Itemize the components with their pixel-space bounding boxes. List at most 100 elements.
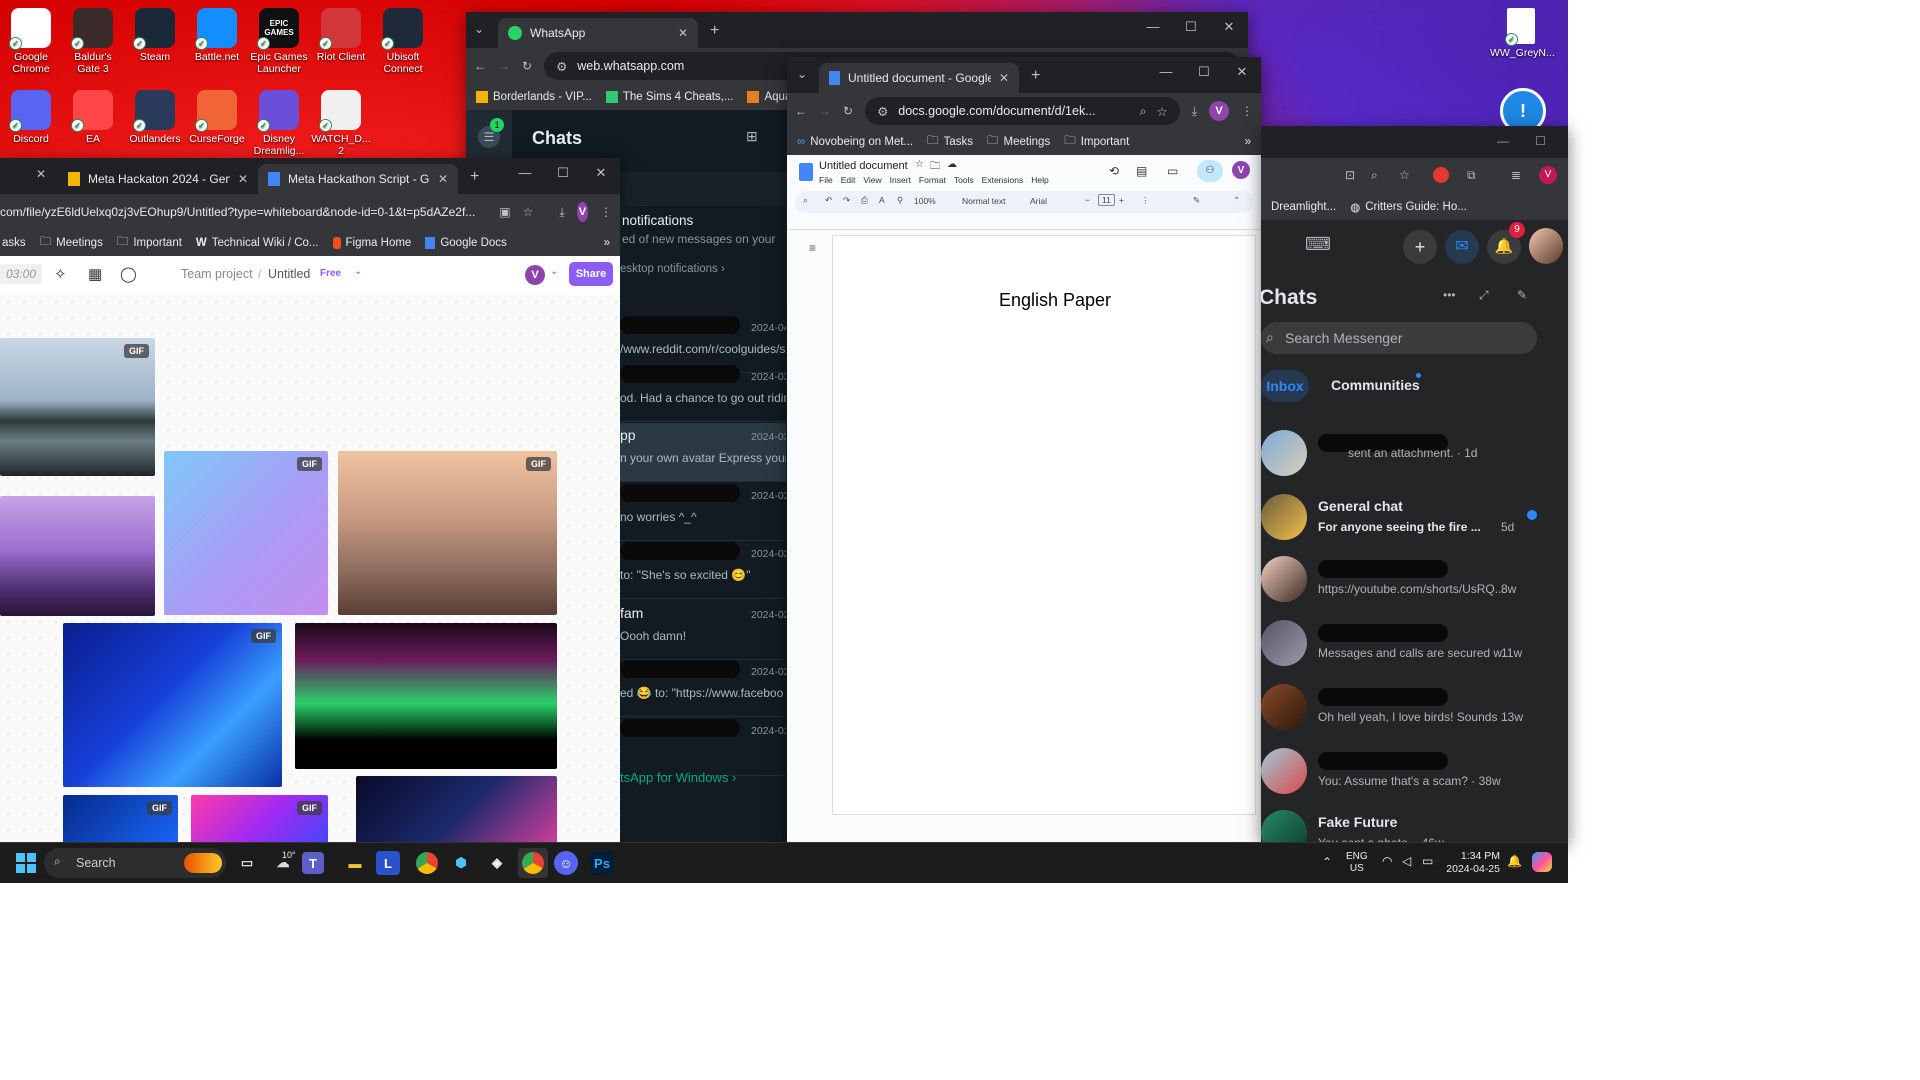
reading-list-icon[interactable]: ≣ xyxy=(1511,168,1521,182)
app-l-icon[interactable]: L xyxy=(376,851,400,875)
chat-list-item[interactable]: pp 2024-03 n your own avatar Express yours… xyxy=(620,423,786,482)
breadcrumb-file[interactable]: Untitled xyxy=(268,267,310,281)
profile-avatar[interactable]: V xyxy=(1209,101,1229,121)
bookmark-meetings[interactable]: 🗀 Meetings xyxy=(40,234,103,253)
tab-untitled-document[interactable]: Untitled document - Google D ✕ xyxy=(819,63,1019,93)
desktop-icon-ww-greyn[interactable]: ✓ WW_GreyN... xyxy=(1490,8,1555,59)
menu-format[interactable]: Format xyxy=(919,175,946,185)
conversation-item[interactable]: sent an attachment. · 1d xyxy=(1261,422,1567,486)
tab-search-icon[interactable]: ⌄ xyxy=(797,67,807,81)
search-messenger-input[interactable]: ⌕ Search Messenger xyxy=(1261,322,1537,354)
desktop-icon-epic-games[interactable]: EPIC GAMES ✓ Epic Games Launcher xyxy=(248,8,310,75)
aurora-image[interactable] xyxy=(295,623,557,769)
menu-insert[interactable]: Insert xyxy=(890,175,911,185)
desktop-icon-battlenet[interactable]: ✓ Battle.net xyxy=(186,8,248,63)
address-bar[interactable]: ⚙ docs.google.com/document/d/1ek... ⌕ ☆ xyxy=(865,97,1180,125)
taskbar-search[interactable]: ⌕ Search xyxy=(44,848,226,878)
pink-tile-image[interactable]: GIF xyxy=(191,795,328,848)
more-options-icon[interactable]: ⋮ xyxy=(1141,195,1150,206)
copilot-icon[interactable] xyxy=(1532,852,1552,872)
chat-list-item[interactable]: 2024-03 od. Had a chance to go out riding xyxy=(620,363,786,422)
task-view-icon[interactable]: ▭ xyxy=(232,848,262,878)
address-bar[interactable]: com/file/yzE6ldUelxq0zj3vEOhup9/Untitled… xyxy=(0,198,488,226)
menu-extensions[interactable]: Extensions xyxy=(982,175,1024,185)
start-button[interactable] xyxy=(16,853,36,873)
comment-icon[interactable]: ◯ xyxy=(120,265,137,283)
battery-icon[interactable]: ▭ xyxy=(1422,854,1433,868)
desktop-icon-baldurs-gate[interactable]: ✓ Baldur's Gate 3 xyxy=(62,8,124,75)
conversation-item[interactable]: General chat For anyone seeing the fire .… xyxy=(1261,486,1567,550)
desktop-icon-disney[interactable]: ✓ Disney Dreamlig... xyxy=(248,90,310,157)
font-size-input[interactable]: 11 xyxy=(1098,194,1115,206)
chevron-down-icon[interactable]: ⌄ xyxy=(550,266,558,277)
more-options-icon[interactable]: ••• xyxy=(1443,288,1456,302)
expand-icon[interactable]: ⤢ xyxy=(1479,288,1489,303)
star-icon[interactable]: ☆ xyxy=(1156,104,1167,119)
new-tab-icon[interactable]: + xyxy=(470,168,479,186)
chat-list-item[interactable]: 2024-01 xyxy=(620,717,786,776)
style-select[interactable]: Normal text xyxy=(962,196,1005,206)
font-select[interactable]: Arial xyxy=(1030,196,1047,206)
ai-sparkle-icon[interactable]: ✧ xyxy=(54,265,67,283)
tray-overflow-icon[interactable]: ⌃ xyxy=(1322,855,1332,869)
new-tab-icon[interactable]: + xyxy=(710,22,719,40)
menu-edit[interactable]: Edit xyxy=(841,175,856,185)
chat-list-item[interactable]: 2024-02 to: "She's so excited 😊" xyxy=(620,540,786,599)
font-size-increase-icon[interactable]: + xyxy=(1119,195,1124,205)
extensions-icon[interactable]: ⧉ xyxy=(1467,168,1476,183)
bookmark-figma-home[interactable]: Figma Home xyxy=(332,237,411,249)
new-tab-icon[interactable]: + xyxy=(1031,67,1040,85)
chrome-active-icon[interactable] xyxy=(518,848,548,878)
conversation-item[interactable]: Oh hell yeah, I love birds! Sounds ... 13… xyxy=(1261,676,1567,740)
reload-icon[interactable]: ↻ xyxy=(843,104,853,118)
desktop-icon-steam[interactable]: ✓ Steam xyxy=(124,8,186,63)
clock[interactable]: 1:34 PM 2024-04-25 xyxy=(1446,850,1500,876)
search-icon[interactable]: ⌕ xyxy=(803,195,808,206)
language-indicator[interactable]: ENG US xyxy=(1346,851,1368,875)
bookmark-important[interactable]: 🗀 Important xyxy=(117,234,182,253)
close-tab-icon[interactable]: ✕ xyxy=(678,26,688,40)
bookmark-google-docs[interactable]: Google Docs xyxy=(425,237,507,249)
font-size-decrease-icon[interactable]: − xyxy=(1085,195,1090,205)
move-folder-icon[interactable]: 🗀 xyxy=(930,159,940,176)
desktop-icon-ea[interactable]: ✓ EA xyxy=(62,90,124,145)
tab-search-icon[interactable]: ⌄ xyxy=(474,22,484,36)
docs-page[interactable]: English Paper xyxy=(832,235,1256,815)
bookmark-important[interactable]: 🗀 Important xyxy=(1064,133,1129,152)
bookmark-novobeing[interactable]: ∞ Novobeing on Met... xyxy=(797,136,913,148)
chat-list-item[interactable]: 2024-02 ed 😂 to: "https://www.faceboo xyxy=(620,658,786,717)
bookmark-borderlands[interactable]: Borderlands - VIP... xyxy=(476,91,592,103)
new-chat-icon[interactable]: ⊞ xyxy=(746,128,758,145)
notif-link[interactable]: esktop notifications › xyxy=(620,263,725,275)
install-app-icon[interactable]: ⊡ xyxy=(1345,168,1355,182)
desktop-icon-chrome[interactable]: ✓ Google Chrome xyxy=(0,8,62,75)
extension-red-icon[interactable] xyxy=(1433,167,1449,183)
chevron-down-icon[interactable]: ⌄ xyxy=(354,266,362,277)
clipboard-icon[interactable]: ▣ xyxy=(499,205,510,219)
bookmark-critters[interactable]: ◍ Critters Guide: Ho... xyxy=(1350,200,1467,214)
menu-icon[interactable]: ⋮ xyxy=(600,205,612,219)
star-icon[interactable]: ☆ xyxy=(523,205,534,219)
editing-mode-icon[interactable]: ✎ xyxy=(1193,195,1200,206)
close-icon[interactable]: ✕ xyxy=(582,158,620,194)
bookmarks-overflow-icon[interactable]: » xyxy=(604,237,610,249)
hex-app-icon[interactable]: ⬢ xyxy=(446,848,476,878)
discord-taskbar-icon[interactable]: ☺ xyxy=(554,851,578,875)
close-icon[interactable]: ✕ xyxy=(1223,57,1261,93)
collapse-icon[interactable]: ⌃ xyxy=(1233,195,1240,206)
close-icon[interactable]: ✕ xyxy=(1210,12,1248,48)
outline-icon[interactable]: ≡ xyxy=(809,241,816,255)
history-icon[interactable]: ⟲ xyxy=(1109,164,1119,178)
whatsapp-footer-link[interactable]: tsApp for Windows › xyxy=(620,770,736,785)
reload-icon[interactable]: ↻ xyxy=(522,59,532,73)
close-tab-icon[interactable]: ✕ xyxy=(238,172,248,186)
menu-icon[interactable]: ⋮ xyxy=(1241,104,1253,118)
comment-icon[interactable]: ▤ xyxy=(1136,164,1147,178)
print-icon[interactable]: ⎙ xyxy=(861,195,868,206)
chat-list-item[interactable]: 2024-02 no worries ^_^ xyxy=(620,482,786,541)
desktop-icon-riot[interactable]: ✓ Riot Client xyxy=(310,8,372,63)
notification-bell-icon[interactable]: 🔔 xyxy=(1507,854,1522,868)
blue-wave-image[interactable]: GIF xyxy=(63,623,282,787)
bookmark-dreamlight[interactable]: Dreamlight... xyxy=(1271,201,1336,213)
maximize-icon[interactable]: ☐ xyxy=(1172,12,1210,48)
